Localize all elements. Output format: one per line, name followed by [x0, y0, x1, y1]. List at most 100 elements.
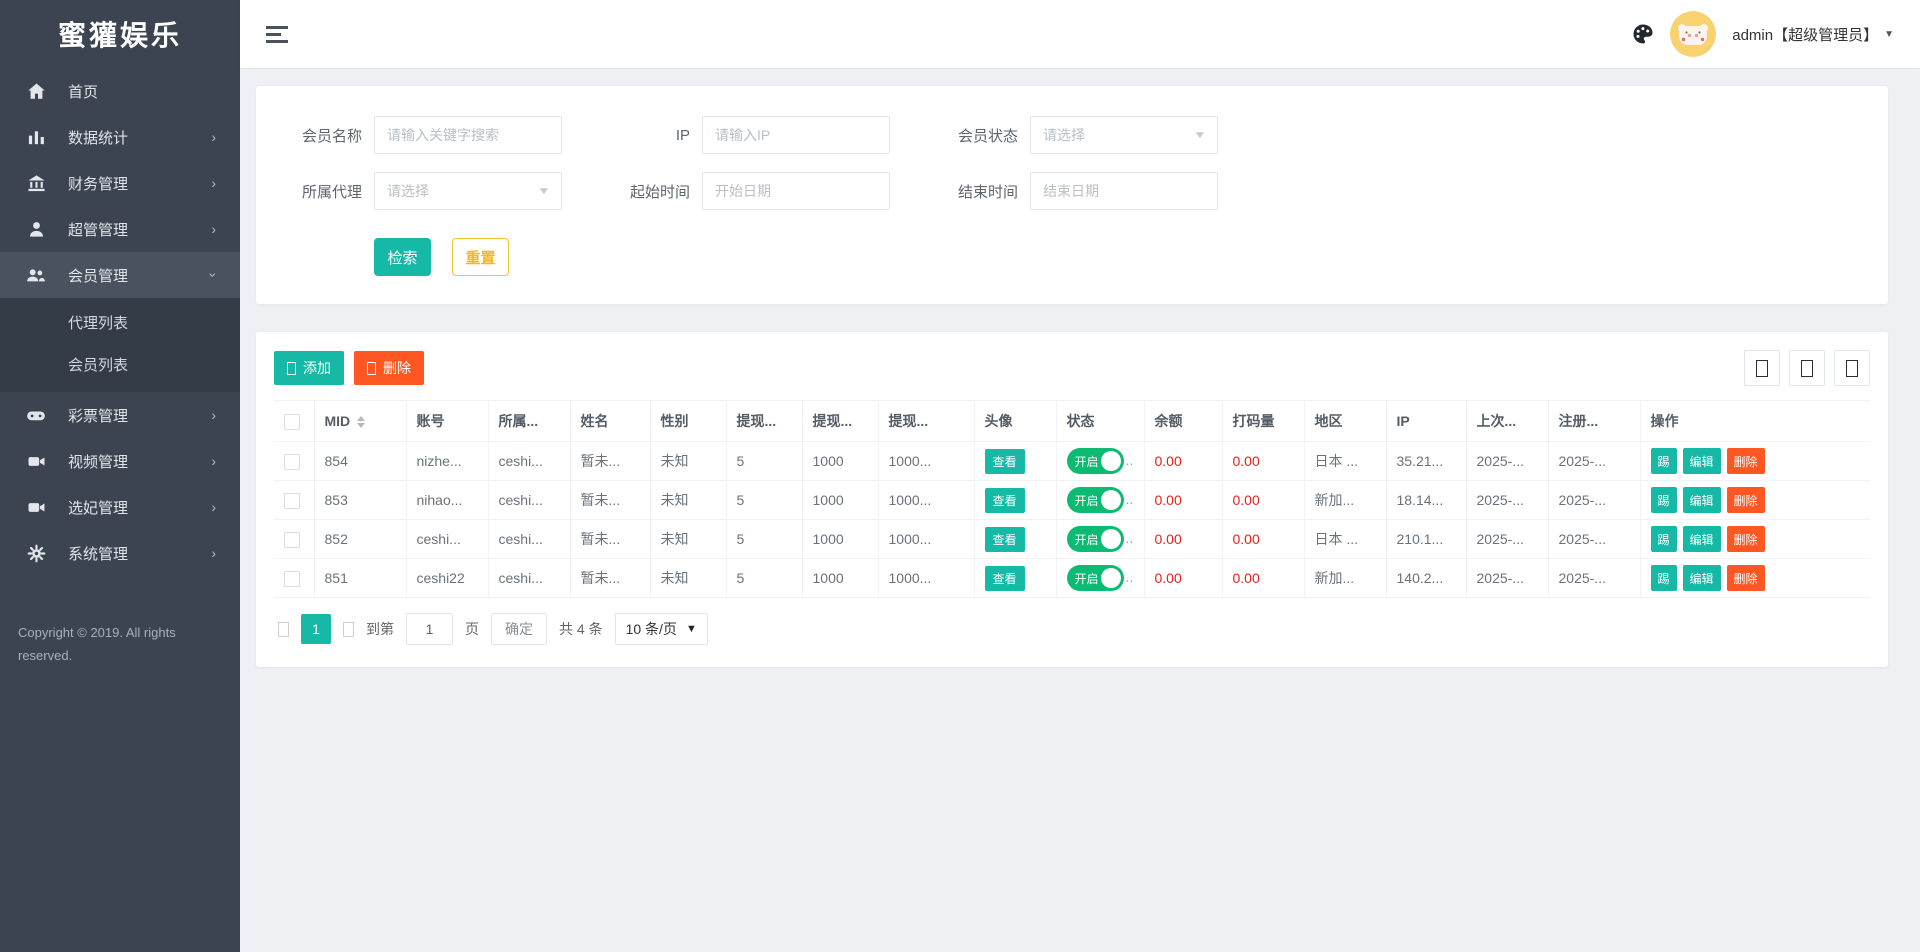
input-结束时间[interactable]: 结束日期: [1030, 172, 1218, 210]
cell-ip: 210.1...: [1386, 520, 1466, 559]
view-avatar-button[interactable]: 查看: [985, 566, 1025, 591]
input-起始时间[interactable]: 开始日期: [702, 172, 890, 210]
column-header-2: 所属...: [488, 401, 570, 442]
sort-icon[interactable]: [357, 416, 365, 428]
cell-region: 日本 ...: [1304, 520, 1386, 559]
sidebar-item-7[interactable]: 选妃管理›: [0, 484, 240, 530]
kick-button[interactable]: 踢: [1651, 448, 1677, 474]
form-field: 起始时间开始日期: [618, 172, 890, 210]
reset-button[interactable]: 重置: [452, 238, 509, 276]
row-checkbox-cell: [274, 520, 314, 559]
sidebar-item-label: 视频管理: [68, 451, 211, 472]
select-会员状态[interactable]: 请选择▼: [1030, 116, 1218, 154]
kick-button[interactable]: 踢: [1651, 565, 1677, 591]
view-avatar-button[interactable]: 查看: [985, 449, 1025, 474]
cell-ip: 140.2...: [1386, 559, 1466, 598]
cell-register: 2025-...: [1548, 442, 1640, 481]
cell-balance: 0.00: [1144, 442, 1222, 481]
bank-icon: [26, 173, 46, 193]
cell-name: 暂未...: [570, 442, 650, 481]
status-toggle[interactable]: 开启: [1067, 448, 1124, 474]
row-checkbox[interactable]: [284, 571, 300, 587]
form-field: 所属代理请选择▼: [290, 172, 562, 210]
goto-page-input[interactable]: [406, 613, 453, 645]
column-header-0[interactable]: MID: [314, 401, 406, 442]
video-icon: [26, 497, 46, 517]
gamepad-icon: [26, 405, 46, 425]
view-avatar-button[interactable]: 查看: [985, 488, 1025, 513]
input-会员名称[interactable]: 请输入关键字搜索: [374, 116, 562, 154]
input-IP[interactable]: 请输入IP: [702, 116, 890, 154]
delete-row-button[interactable]: 删除: [1727, 526, 1765, 552]
view-avatar-button[interactable]: 查看: [985, 527, 1025, 552]
form-row: 所属代理请选择▼起始时间开始日期结束时间结束日期: [290, 172, 1858, 210]
delete-row-button[interactable]: 删除: [1727, 487, 1765, 513]
status-toggle[interactable]: 开启: [1067, 565, 1124, 591]
add-button[interactable]: 添加: [274, 351, 344, 385]
chevron-down-icon: ▼: [1884, 29, 1894, 40]
sidebar-item-8[interactable]: 系统管理›: [0, 530, 240, 576]
field-label: 所属代理: [290, 181, 362, 202]
column-header-13: IP: [1386, 401, 1466, 442]
table-tool-export-button[interactable]: [1789, 350, 1825, 386]
form-row: 会员名称请输入关键字搜索IP请输入IP会员状态请选择▼: [290, 116, 1858, 154]
row-checkbox[interactable]: [284, 454, 300, 470]
search-button[interactable]: 检索: [374, 238, 431, 276]
next-page-button[interactable]: [343, 622, 354, 637]
sidebar-item-4[interactable]: 会员管理›: [0, 252, 240, 298]
user-menu[interactable]: admin【超级管理员】 ▼: [1732, 24, 1894, 45]
edit-button[interactable]: 编辑: [1683, 526, 1721, 552]
chevron-down-icon: ›: [207, 273, 221, 278]
cell-withdraw_b: 1000: [802, 481, 878, 520]
delete-row-button[interactable]: 删除: [1727, 565, 1765, 591]
kick-button[interactable]: 踢: [1651, 526, 1677, 552]
search-panel: 会员名称请输入关键字搜索IP请输入IP会员状态请选择▼所属代理请选择▼起始时间开…: [256, 86, 1888, 304]
delete-button[interactable]: 删除: [354, 351, 424, 385]
page-size-select[interactable]: 10 条/页 ▼: [615, 613, 708, 645]
page-number-current[interactable]: 1: [301, 614, 331, 644]
edit-button[interactable]: 编辑: [1683, 487, 1721, 513]
cell-actions: 踢编辑删除: [1640, 442, 1870, 481]
chevron-right-icon: ›: [211, 130, 216, 144]
column-header-5: 提现...: [726, 401, 802, 442]
sidebar-item-6[interactable]: 视频管理›: [0, 438, 240, 484]
select-所属代理[interactable]: 请选择▼: [374, 172, 562, 210]
next-icon: [343, 622, 354, 637]
theme-palette-icon[interactable]: [1632, 23, 1654, 45]
avatar[interactable]: [1670, 11, 1716, 57]
status-toggle[interactable]: 开启: [1067, 487, 1124, 513]
edit-button[interactable]: 编辑: [1683, 565, 1721, 591]
sidebar-item-3[interactable]: 超管管理›: [0, 206, 240, 252]
gear-icon: [26, 543, 46, 563]
sidebar-item-1[interactable]: 数据统计›: [0, 114, 240, 160]
submenu-item-0[interactable]: 代理列表: [0, 303, 240, 345]
edit-button[interactable]: 编辑: [1683, 448, 1721, 474]
kick-button[interactable]: 踢: [1651, 487, 1677, 513]
table-tool-filter-button[interactable]: [1744, 350, 1780, 386]
sidebar-item-5[interactable]: 彩票管理›: [0, 392, 240, 438]
cell-actions: 踢编辑删除: [1640, 559, 1870, 598]
sidebar-item-0[interactable]: 首页: [0, 68, 240, 114]
row-checkbox[interactable]: [284, 493, 300, 509]
main-area: admin【超级管理员】 ▼ 会员名称请输入关键字搜索IP请输入IP会员状态请选…: [240, 0, 1920, 952]
chevron-right-icon: ›: [211, 546, 216, 560]
row-checkbox[interactable]: [284, 532, 300, 548]
status-toggle[interactable]: 开启: [1067, 526, 1124, 552]
users-icon: [26, 265, 46, 285]
cell-balance: 0.00: [1144, 559, 1222, 598]
select-all-checkbox[interactable]: [284, 414, 300, 430]
sidebar-item-label: 彩票管理: [68, 405, 211, 426]
cell-withdraw_a: 5: [726, 559, 802, 598]
delete-row-button[interactable]: 删除: [1727, 448, 1765, 474]
cell-withdraw_c: 1000...: [878, 520, 974, 559]
goto-confirm-button[interactable]: 确定: [491, 613, 547, 645]
sidebar-toggle-icon[interactable]: [260, 20, 294, 49]
table-tool-print-button[interactable]: [1834, 350, 1870, 386]
cell-status: 开启..: [1056, 520, 1144, 559]
app-root: 蜜獾娱乐 首页数据统计›财务管理›超管管理›会员管理›代理列表会员列表彩票管理›…: [0, 0, 1920, 952]
sidebar-item-2[interactable]: 财务管理›: [0, 160, 240, 206]
submenu-item-1[interactable]: 会员列表: [0, 345, 240, 387]
cell-mid: 853: [314, 481, 406, 520]
prev-page-button[interactable]: [278, 622, 289, 637]
cell-balance: 0.00: [1144, 481, 1222, 520]
